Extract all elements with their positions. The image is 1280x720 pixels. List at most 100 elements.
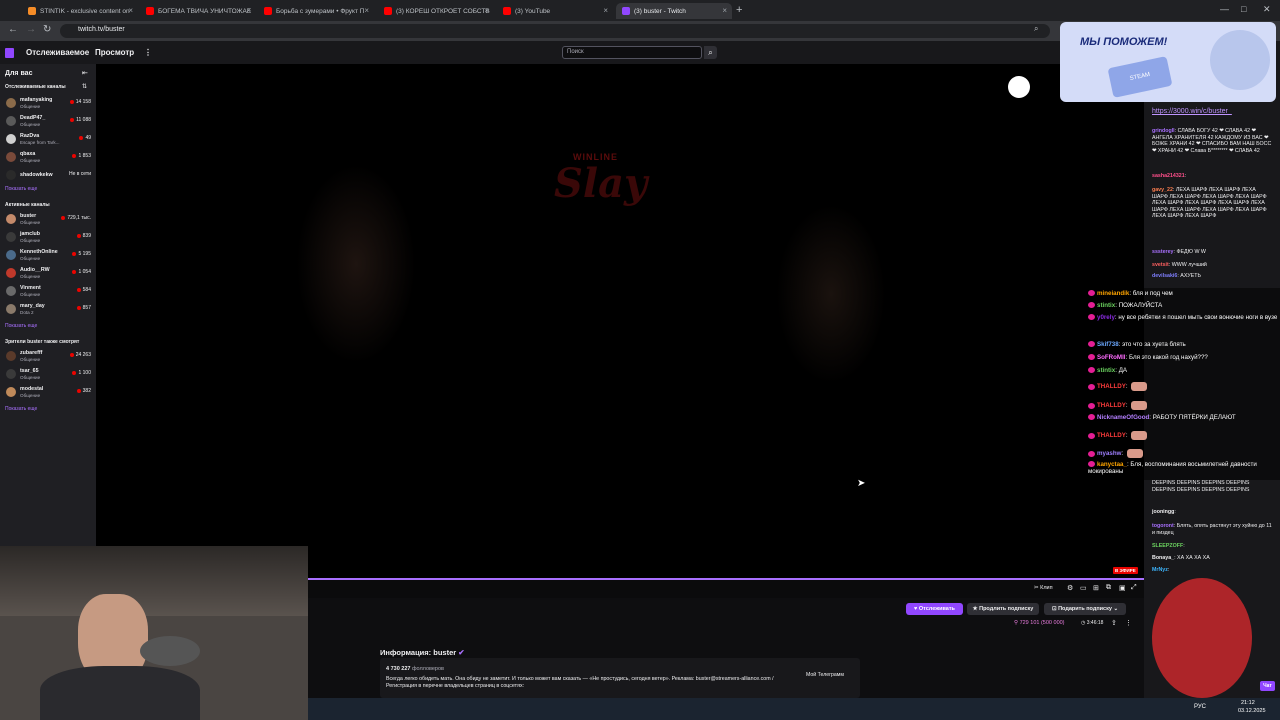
layout-icon[interactable]: ▣ <box>1119 584 1126 592</box>
sidebar-channel-item[interactable]: modestal Общение 382 <box>4 385 94 402</box>
extensions-icon[interactable]: ⊞ <box>1093 584 1099 592</box>
chat-message: devilsaki6: АХУЕТЬ <box>1152 273 1272 280</box>
sidebar-channel-item[interactable]: buster Общение 729,1 тыс. <box>4 212 94 229</box>
sidebar-channel-item[interactable]: Audio__RW Общение 1 054 <box>4 266 94 283</box>
follow-button[interactable]: ♥ Отслеживать <box>906 603 963 615</box>
sidebar-channel-item[interactable]: KennethOnline Общение 5 195 <box>4 248 94 265</box>
followers-value: 4 730 227 <box>386 666 411 672</box>
chat-username[interactable]: togoront <box>1152 523 1174 529</box>
url-text[interactable]: twitch.tv/buster <box>78 26 125 33</box>
show-more-followed[interactable]: Показать еще <box>5 186 37 192</box>
sidebar-channel-item[interactable]: Vinment Общение 584 <box>4 284 94 301</box>
person-icon: ⚲ <box>1014 620 1019 626</box>
channel-name: zubarefff <box>20 350 43 356</box>
followers-count: 4 730 227 фолловеров <box>386 666 444 672</box>
taskbar-date[interactable]: 03.12.2025 <box>1238 708 1266 714</box>
browser-tab[interactable]: Борьба с зумерами • Фрукт П × <box>258 3 374 19</box>
telegram-link[interactable]: Мой Телеграмм <box>806 672 844 679</box>
overlay-username: SoFRoMll <box>1097 354 1126 361</box>
viewer-count: 49 <box>79 135 91 141</box>
about-title-text: Информация: buster <box>380 648 457 657</box>
sidebar-channel-item[interactable]: mary_day Dota 2 857 <box>4 302 94 319</box>
chat-username[interactable]: gavy_22 <box>1152 187 1173 193</box>
chat-username[interactable]: jooningg <box>1152 509 1174 515</box>
chat-send-button[interactable]: Чат <box>1260 681 1275 691</box>
sidebar-channel-item[interactable]: qbaxa Общение 1 853 <box>4 150 94 167</box>
back-icon[interactable]: ← <box>8 24 18 35</box>
show-more-also[interactable]: Показать еще <box>5 406 37 412</box>
nav-browse[interactable]: Просмотр <box>95 48 134 57</box>
search-icon[interactable]: ⌕ <box>1034 24 1038 34</box>
sidebar-channel-item[interactable]: RazDva Escape from Tark... 49 <box>4 132 94 149</box>
chat-username[interactable]: sasha214321 <box>1152 173 1185 179</box>
close-tab-icon[interactable]: × <box>484 6 489 15</box>
chat-username[interactable]: Bonaya_ <box>1152 555 1174 561</box>
overlay-username: kanyctaa_ <box>1097 461 1127 468</box>
sidebar-channel-item[interactable]: DeadP47_ Общение 11 088 <box>4 114 94 131</box>
maximize-button[interactable]: □ <box>1241 4 1246 14</box>
chat-username[interactable]: sssterey <box>1152 249 1174 255</box>
twitch-logo[interactable] <box>5 48 14 58</box>
close-tab-icon[interactable]: × <box>722 6 727 15</box>
search-input[interactable]: Поиск <box>562 46 702 59</box>
nav-following[interactable]: Отслеживаемое <box>26 48 89 57</box>
chat-username[interactable]: MrNyz <box>1152 567 1168 573</box>
collapse-sidebar-icon[interactable]: ⇤ <box>82 69 88 77</box>
browser-tab[interactable]: БОГЕМА ТВИЧА УНИЧТОЖАЕ × <box>140 3 256 19</box>
chat-colon: : <box>1174 509 1176 515</box>
chat-username[interactable]: svetsit <box>1152 262 1169 268</box>
shelf-background <box>0 546 308 616</box>
more-icon[interactable]: ⋮ <box>1125 619 1132 627</box>
channel-category: Общение <box>20 393 41 398</box>
clip-button[interactable]: ✂ Клип <box>1034 585 1053 591</box>
video-player[interactable]: WINLINE Slay <box>96 64 1144 598</box>
fullscreen-icon[interactable]: ⤢ <box>1131 584 1137 592</box>
sidebar-channel-item[interactable]: jamclub Общение 839 <box>4 230 94 247</box>
clip-icon: ✂ <box>1034 585 1039 591</box>
overlay-text: ПОЖАЛУЙСТА <box>1118 302 1163 309</box>
chat-username[interactable]: devilsaki6 <box>1152 273 1177 279</box>
browser-tab[interactable]: (3) buster - Twitch × <box>616 3 732 19</box>
browser-tab[interactable]: (3) YouTube × <box>497 3 613 19</box>
theatre-mode-icon[interactable]: ▭ <box>1080 584 1087 592</box>
chat-pinned-link[interactable]: https://3000.win/c/buster_ <box>1152 108 1232 115</box>
subscribe-button[interactable]: ★ Продлить подписку <box>967 603 1039 615</box>
settings-icon[interactable]: ⚙ <box>1067 584 1073 592</box>
minimize-button[interactable]: — <box>1220 4 1229 14</box>
close-window-button[interactable]: ✕ <box>1263 4 1271 15</box>
close-tab-icon[interactable]: × <box>364 6 369 15</box>
close-tab-icon[interactable]: × <box>246 6 251 15</box>
browser-tab[interactable]: STINTIK - exclusive content on × <box>22 3 138 19</box>
sidebar-channel-item[interactable]: zubarefff Общение 24 263 <box>4 349 94 366</box>
show-more-active[interactable]: Показать еще <box>5 323 37 329</box>
taskbar-lang[interactable]: РУС <box>1194 704 1206 710</box>
sidebar-channel-item[interactable]: tsar_65 Общение 1 100 <box>4 367 94 384</box>
sidebar-channel-item[interactable]: mafanyaking Общение 14 158 <box>4 96 94 113</box>
slay-logo: Slay <box>554 160 648 207</box>
sidebar-channel-item[interactable]: shadowkekw Не в сети <box>4 168 94 185</box>
close-tab-icon[interactable]: × <box>128 6 133 15</box>
forward-icon[interactable]: → <box>26 24 36 35</box>
browser-tab[interactable]: (3) КОРЕШ ОТКРОЕТ СОБСТВ × <box>378 3 494 19</box>
search-button[interactable]: ⌕ <box>704 46 717 59</box>
gift-sub-button[interactable]: ⊡ Подарить подписку ⌄ <box>1044 603 1126 615</box>
streamer-body <box>40 666 200 720</box>
close-tab-icon[interactable]: × <box>603 6 608 15</box>
sort-icon[interactable]: ⇅ <box>82 83 87 90</box>
chat-message: togoront: Блять, опять растянут эту хуйн… <box>1152 523 1272 536</box>
broadcast-logo-icon <box>1008 76 1030 98</box>
tab-favicon-icon <box>146 7 154 15</box>
reload-icon[interactable]: ↻ <box>43 24 51 35</box>
chat-username[interactable]: SLEEPZOFF <box>1152 543 1183 549</box>
chat-username[interactable]: grindogll <box>1152 128 1175 134</box>
omnibox[interactable] <box>60 24 1050 38</box>
share-icon[interactable]: ⇪ <box>1111 619 1117 627</box>
picture-in-picture-icon[interactable]: ⧉ <box>1106 584 1111 592</box>
chat-text: ХА ХА ХА ХА <box>1177 555 1210 561</box>
ad-banner[interactable]: STEAM <box>1060 22 1276 102</box>
heart-badge-icon <box>1088 432 1095 439</box>
avatar <box>6 152 16 162</box>
new-tab-button[interactable]: + <box>736 4 742 16</box>
more-options-icon[interactable]: ⋮ <box>144 48 152 57</box>
taskbar-time[interactable]: 21:12 <box>1241 700 1255 706</box>
